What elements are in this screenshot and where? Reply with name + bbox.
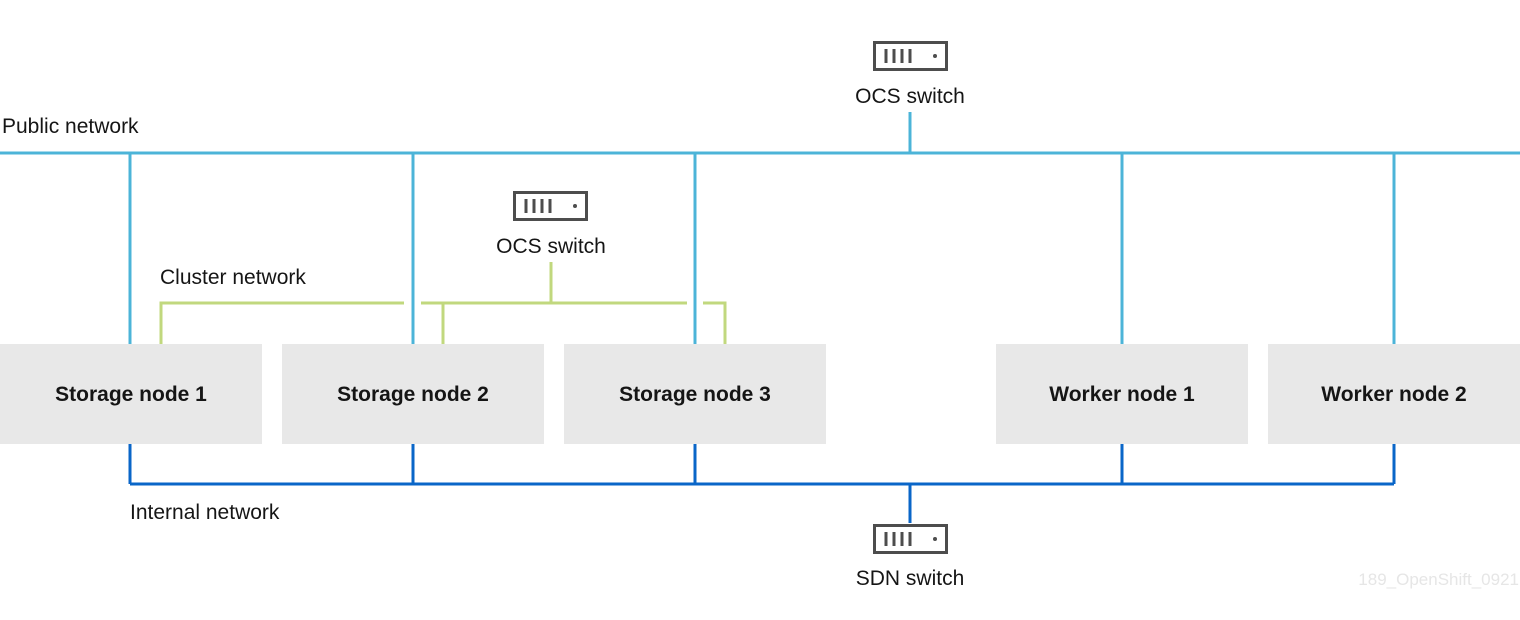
public-network-label: Public network (2, 115, 139, 138)
network-diagram: OCS switch OCS switch SDN switch Public … (0, 41, 1520, 590)
node-label: Storage node 1 (55, 383, 207, 406)
node-label: Worker node 2 (1321, 383, 1466, 406)
storage-node-3: Storage node 3 (564, 344, 826, 444)
storage-node-2: Storage node 2 (282, 344, 544, 444)
cluster-switch-label: OCS switch (496, 235, 606, 258)
worker-node-1: Worker node 1 (996, 344, 1248, 444)
public-switch-label: OCS switch (855, 85, 965, 108)
internal-network-lines (128, 444, 1396, 523)
internal-network-label: Internal network (130, 501, 280, 524)
worker-node-2: Worker node 2 (1268, 344, 1520, 444)
cluster-network-label: Cluster network (160, 266, 306, 289)
watermark: 189_OpenShift_0921 (1358, 570, 1519, 589)
node-label: Worker node 1 (1049, 383, 1195, 406)
public-network-lines (0, 112, 1520, 344)
node-label: Storage node 3 (619, 383, 771, 406)
internal-switch-label: SDN switch (856, 567, 965, 590)
network-switch-icon (513, 191, 588, 221)
storage-node-1: Storage node 1 (0, 344, 262, 444)
cluster-link-storage-1 (159, 301, 404, 344)
network-switch-icon (873, 41, 948, 71)
network-switch-icon (873, 524, 948, 554)
node-label: Storage node 2 (337, 383, 489, 406)
cluster-link-storage-3 (703, 301, 727, 344)
